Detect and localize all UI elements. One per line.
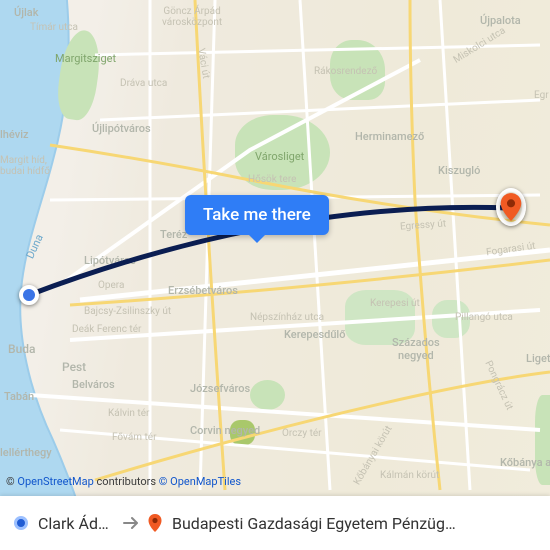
osm-link[interactable]: OpenStreetMap [17,475,93,488]
destination-mini-icon [148,514,162,532]
map-container[interactable]: Újlak Tímár utca Göncz Árpád városközpon… [0,0,550,550]
river-danube [0,0,115,550]
origin-chip[interactable]: Clark Ád… [14,514,114,533]
attrib-mid: contributors [94,475,159,488]
take-me-there-button[interactable]: Take me there [185,195,329,235]
park-small-2 [230,420,255,445]
destination-pin[interactable] [496,188,526,226]
park-kerepesdulo [345,290,415,345]
destination-label: Budapesti Gazdasági Egyetem Pénzüg… [172,514,456,533]
origin-label: Clark Ád… [38,514,109,533]
origin-pin[interactable] [19,285,39,305]
map-attribution: © OpenStreetMap contributors © OpenMapTi… [6,475,241,488]
route-bottom-bar: Clark Ád… Budapesti Gazdasági Egyetem Pé… [0,496,550,550]
origin-dot-icon [14,516,28,530]
attrib-prefix: © [6,475,17,488]
park-varosliget [235,115,330,190]
route-arrow-icon [114,513,148,533]
park-small-3 [432,300,470,338]
destination-chip[interactable]: Budapesti Gazdasági Egyetem Pénzüg… [148,514,536,533]
park-small-4 [535,395,550,485]
openmaptiles-link[interactable]: © OpenMapTiles [159,475,241,488]
park-rakosrendezo [330,40,385,100]
park-small-1 [250,380,285,410]
